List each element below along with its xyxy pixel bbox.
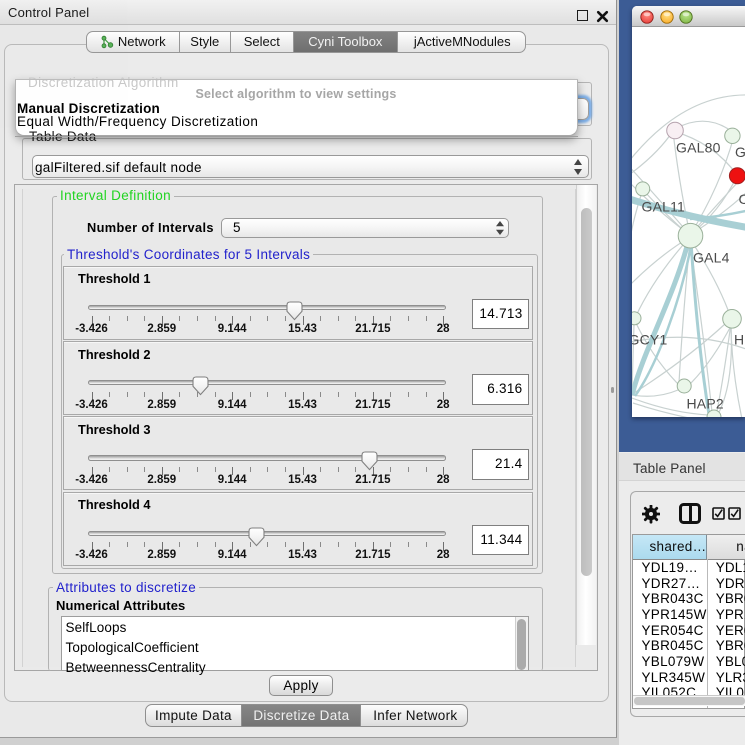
svg-text:GAL80: GAL80 bbox=[676, 140, 721, 156]
svg-text:GAL11: GAL11 bbox=[642, 199, 686, 215]
svg-text:GAL4: GAL4 bbox=[693, 250, 730, 266]
svg-text:H: H bbox=[734, 332, 744, 348]
svg-text:HAP2: HAP2 bbox=[687, 396, 724, 412]
svg-text:C: C bbox=[739, 191, 745, 207]
svg-text:GCY1: GCY1 bbox=[632, 332, 667, 348]
svg-text:G.: G. bbox=[735, 144, 745, 160]
